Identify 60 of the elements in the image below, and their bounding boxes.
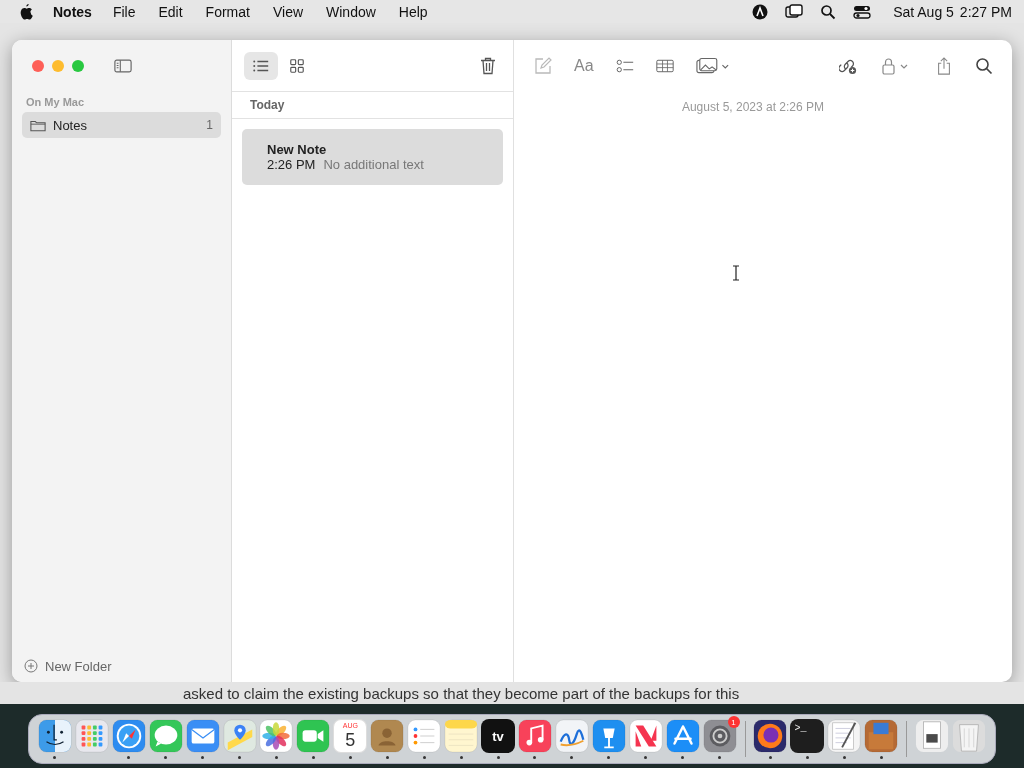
menu-item[interactable]: Window — [326, 3, 376, 20]
music-note-icon[interactable] — [517, 719, 552, 753]
close-button[interactable] — [32, 60, 44, 72]
zoom-button[interactable] — [72, 60, 84, 72]
apple-logo-icon[interactable] — [18, 3, 33, 20]
text-cursor-icon — [732, 265, 740, 281]
menu-item[interactable]: Edit — [158, 3, 183, 20]
app-store-icon[interactable] — [665, 719, 700, 753]
control-center-icon[interactable] — [853, 3, 872, 20]
photo-icon[interactable] — [695, 57, 730, 75]
background-window-text: asked to claim the existing backups so that they become part of the backups for this — [183, 684, 740, 702]
flower-icon[interactable] — [259, 719, 294, 753]
note-preview: No additional text — [323, 157, 424, 172]
map-icon[interactable] — [222, 719, 257, 753]
list-icon[interactable] — [407, 719, 442, 753]
collaborate-icon[interactable] — [839, 57, 857, 75]
group-header: Today — [232, 92, 513, 119]
plus-icon — [24, 659, 38, 673]
note-time: 2:26 PM — [267, 157, 316, 172]
sidebar-section-title: On My Mac — [26, 96, 86, 108]
face-icon[interactable] — [37, 719, 72, 753]
menu-item[interactable]: View — [272, 3, 304, 20]
trash-icon[interactable] — [479, 56, 497, 75]
menu-item[interactable]: File — [112, 3, 136, 20]
list-view-button[interactable] — [244, 51, 278, 80]
news-icon[interactable] — [628, 719, 663, 753]
chat-bubble-icon[interactable] — [148, 719, 183, 753]
tv-app-icon[interactable]: tv — [481, 719, 515, 753]
menu-item[interactable]: Help — [398, 3, 428, 20]
compass-icon[interactable] — [111, 719, 146, 753]
podium-icon[interactable] — [591, 719, 626, 753]
address-book-icon[interactable] — [370, 719, 405, 753]
scribble-icon[interactable] — [554, 719, 589, 753]
new-folder-button[interactable]: New Folder — [22, 658, 221, 682]
share-icon[interactable] — [935, 57, 953, 75]
note-title: New Note — [267, 142, 328, 157]
table-icon[interactable] — [655, 57, 674, 75]
search-icon[interactable] — [819, 3, 838, 20]
screen-mirroring-icon[interactable] — [785, 3, 804, 20]
search-icon[interactable] — [975, 57, 993, 75]
menu-bar-date[interactable]: Sat Aug 5 — [893, 3, 954, 20]
terminal-icon[interactable]: >_ — [790, 719, 825, 753]
pen-paper-icon[interactable] — [827, 719, 862, 753]
note-item[interactable]: New Note 2:26 PM No additional text — [242, 129, 503, 185]
envelope-icon[interactable] — [185, 719, 220, 753]
menu-item[interactable]: Format — [205, 3, 250, 20]
format-button[interactable]: Aa — [574, 57, 594, 75]
sidebar-toggle-icon[interactable] — [114, 57, 132, 75]
status-icon[interactable] — [751, 3, 770, 20]
box-icon[interactable] — [864, 719, 899, 753]
gear-icon[interactable] — [702, 719, 737, 753]
folder-item[interactable]: Notes 1 — [22, 112, 221, 138]
note-timestamp: August 5, 2023 at 2:26 PM — [680, 100, 826, 114]
folder-icon — [30, 118, 46, 132]
grid-icon — [288, 57, 306, 74]
checklist-icon[interactable] — [615, 57, 634, 75]
video-camera-icon[interactable] — [296, 719, 331, 753]
document-icon[interactable] — [915, 719, 950, 753]
menu-bar-time[interactable]: 2:27 PM — [959, 3, 1012, 20]
menu-app-name[interactable]: Notes — [53, 3, 92, 20]
